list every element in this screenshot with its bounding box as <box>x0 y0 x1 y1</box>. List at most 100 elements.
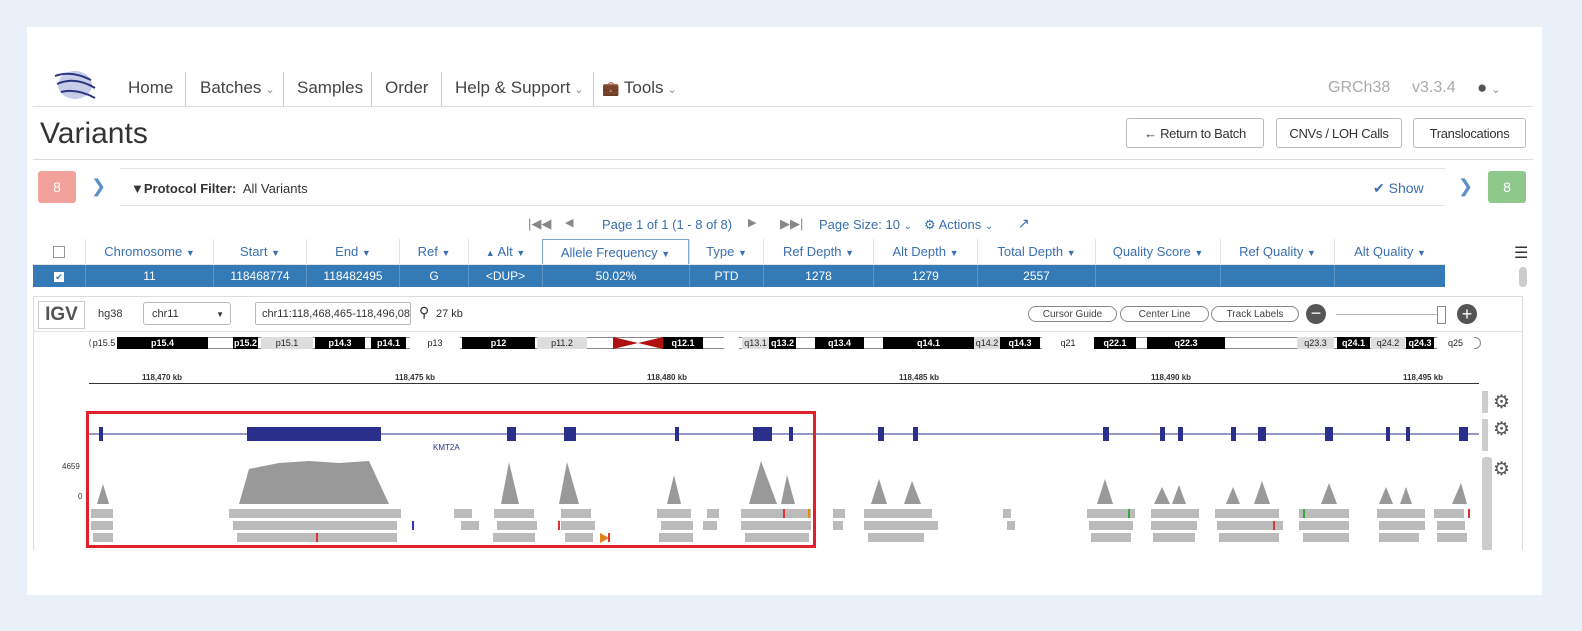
centromere-marker <box>613 337 663 349</box>
cytoband: p15.4 <box>117 337 208 349</box>
chevron-down-icon: ⌄ <box>667 84 677 96</box>
nav-samples[interactable]: Samples <box>297 62 363 106</box>
filter-icon: ▼ <box>949 248 959 258</box>
gear-icon: ⚙ <box>924 217 936 232</box>
filter-icon: ▼ <box>185 248 195 258</box>
actions-menu[interactable]: ⚙ Actions ⌄ <box>924 217 993 233</box>
prev-page-button[interactable]: ◀ <box>565 216 573 229</box>
cytoband: q24.3 <box>1406 337 1434 349</box>
chevron-down-icon: ⌄ <box>984 221 994 232</box>
col-alt[interactable]: ▲ Alt ▼ <box>468 239 542 264</box>
col-alt-depth[interactable]: Alt Depth ▼ <box>873 239 977 264</box>
search-icon[interactable]: ⚲ <box>419 304 429 321</box>
filter-icon: ▼ <box>1416 248 1426 258</box>
return-to-batch-button[interactable]: ← Return to Batch <box>1126 118 1264 148</box>
gear-icon[interactable]: ⚙ <box>1493 458 1510 481</box>
center-line-button[interactable]: Center Line <box>1120 306 1209 322</box>
chevron-right-icon[interactable]: ❯ <box>1458 176 1473 197</box>
region-highlight <box>86 411 816 548</box>
logo-icon[interactable] <box>51 66 99 104</box>
left-count-badge[interactable]: 8 <box>38 171 76 203</box>
cytoband: q14.2 <box>974 337 1000 349</box>
nav-tools[interactable]: 💼 Tools ⌄ <box>602 62 677 106</box>
cell-ref-quality <box>1220 265 1334 287</box>
col-end[interactable]: End ▼ <box>306 239 399 264</box>
filter-icon: ▼ <box>441 248 451 258</box>
show-toggle[interactable]: ✔ Show <box>1373 180 1424 197</box>
coverage-min-label: 0 <box>78 492 83 501</box>
page-header: Variants ← Return to Batch CNVs / LOH Ca… <box>33 107 1533 160</box>
last-page-button[interactable]: ▶▶| <box>780 216 803 232</box>
chevron-right-icon[interactable]: ❯ <box>91 176 106 197</box>
cytoband: q24.2 <box>1371 337 1405 349</box>
filter-icon: ▼ <box>361 248 371 258</box>
nav-order[interactable]: Order <box>385 62 428 106</box>
cell-quality-score <box>1095 265 1220 287</box>
nav-help-support[interactable]: Help & Support ⌄ <box>455 62 584 106</box>
page-size-select[interactable]: Page Size: 10 ⌄ <box>819 217 912 232</box>
track-scrollbar[interactable] <box>1482 391 1488 413</box>
track-scrollbar[interactable] <box>1482 419 1488 451</box>
col-ref-depth[interactable]: Ref Depth ▼ <box>763 239 873 264</box>
col-allele-frequency[interactable]: Allele Frequency ▼ <box>542 239 689 264</box>
user-menu[interactable]: ● ⌄ <box>1477 62 1501 106</box>
col-alt-quality[interactable]: Alt Quality ▼ <box>1334 239 1445 264</box>
track-labels-button[interactable]: Track Labels <box>1211 306 1299 322</box>
filter-icon: ▼ <box>271 248 280 258</box>
filter-icon: ▼ <box>1066 248 1076 258</box>
external-link-icon[interactable]: ↗ <box>1018 215 1030 232</box>
zoom-slider-handle[interactable] <box>1437 306 1446 324</box>
gear-icon[interactable]: ⚙ <box>1493 418 1510 441</box>
cnv-loh-calls-button[interactable]: CNVs / LOH Calls <box>1276 118 1402 148</box>
row-checkbox[interactable]: ✔ <box>33 265 85 287</box>
cytoband: q13.2 <box>769 337 796 349</box>
table-scrollbar[interactable] <box>1519 267 1527 287</box>
right-count-badge[interactable]: 8 <box>1488 171 1526 203</box>
filter-icon: ▼ <box>516 248 526 258</box>
cytoband: q23.3 <box>1297 337 1334 349</box>
select-all-checkbox[interactable] <box>33 239 85 264</box>
cursor-guide-button[interactable]: Cursor Guide <box>1028 306 1117 322</box>
coverage-max-label: 4659 <box>62 462 80 471</box>
page-title: Variants <box>40 117 148 150</box>
cytoband: p15.1 <box>261 337 313 349</box>
first-page-button[interactable]: |◀◀ <box>528 216 551 232</box>
cell-ref: G <box>399 265 468 287</box>
ruler-label: 118,475 kb <box>395 373 436 382</box>
ruler-label: 118,470 kb <box>142 373 183 382</box>
check-circle-icon: ✔ <box>1373 180 1385 196</box>
ruler-axis <box>89 383 1479 384</box>
igv-genome: hg38 <box>98 308 123 320</box>
zoom-out-icon[interactable]: − <box>1306 304 1326 324</box>
cytoband: q14.3 <box>1000 337 1040 349</box>
filter-icon: ▼ <box>737 248 747 258</box>
chevron-down-icon: ⌄ <box>265 84 275 96</box>
col-ref[interactable]: Ref ▼ <box>399 239 468 264</box>
next-page-button[interactable]: ▶ <box>748 216 756 229</box>
col-total-depth[interactable]: Total Depth ▼ <box>977 239 1095 264</box>
table-header: Chromosome ▼ Start ▼ End ▼ Ref ▼ ▲ Alt ▼… <box>33 239 1445 265</box>
col-type[interactable]: Type ▼ <box>689 239 763 264</box>
cytoband: q25 <box>1437 337 1474 349</box>
chromosome-select[interactable]: chr11 ▼ <box>143 302 231 325</box>
gear-icon[interactable]: ⚙ <box>1493 391 1510 414</box>
protocol-filter[interactable]: ▼Protocol Filter: All Variants <box>131 181 308 196</box>
zoom-slider[interactable] <box>1336 314 1440 315</box>
track-scrollbar[interactable] <box>1482 457 1492 550</box>
zoom-in-icon[interactable]: + <box>1457 304 1477 324</box>
cell-alt-depth: 1279 <box>873 265 977 287</box>
filter-icon: ▼ <box>131 181 144 196</box>
table-row[interactable]: ✔ 11 118468774 118482495 G <DUP> 50.02% … <box>33 265 1445 287</box>
nav-batches[interactable]: Batches ⌄ <box>200 62 275 106</box>
page-indicator: Page 1 of 1 (1 - 8 of 8) <box>602 217 733 232</box>
cytoband: p14.1 <box>371 337 406 349</box>
col-chromosome[interactable]: Chromosome ▼ <box>85 239 213 264</box>
column-menu-icon[interactable]: ☰ <box>1514 243 1528 263</box>
col-start[interactable]: Start ▼ <box>213 239 306 264</box>
nav-home[interactable]: Home <box>128 62 173 106</box>
col-quality-score[interactable]: Quality Score ▼ <box>1095 239 1220 264</box>
locus-input[interactable]: chr11:118,468,465-118,496,088 <box>255 302 411 325</box>
cytoband: p15.2 <box>233 337 258 349</box>
translocations-button[interactable]: Translocations <box>1413 118 1526 148</box>
col-ref-quality[interactable]: Ref Quality ▼ <box>1220 239 1334 264</box>
